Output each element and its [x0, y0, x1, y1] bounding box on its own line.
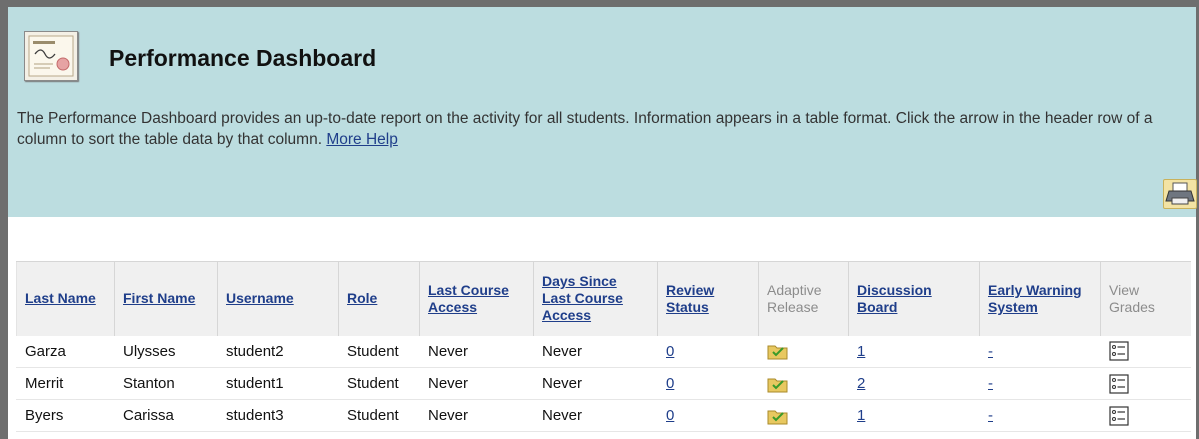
table-row: Garza Ulysses student2 Student Never Nev… — [16, 335, 1191, 368]
grades-list-icon[interactable] — [1109, 341, 1129, 361]
sort-role-link[interactable]: Role — [347, 290, 377, 306]
sort-early-warning-link[interactable]: Early Warning System — [988, 282, 1082, 315]
print-button[interactable] — [1163, 179, 1197, 209]
column-header-role[interactable]: Role — [338, 261, 420, 336]
column-header-review-status[interactable]: Review Status — [657, 261, 759, 336]
cell-role: Student — [338, 335, 420, 368]
cell-role: Student — [338, 367, 420, 400]
column-header-last-course-access[interactable]: Last Course Access — [419, 261, 534, 336]
cell-discussion-board: 1 — [848, 335, 980, 368]
review-status-link[interactable]: 0 — [666, 343, 674, 360]
review-status-link[interactable]: 0 — [666, 375, 674, 392]
cell-first-name: Stanton — [114, 367, 218, 400]
grades-list-icon[interactable] — [1109, 373, 1129, 394]
column-header-username[interactable]: Username — [217, 261, 339, 336]
cell-adaptive-release — [758, 399, 849, 432]
certificate-icon — [24, 31, 78, 81]
sort-review-status-link[interactable]: Review Status — [666, 282, 714, 315]
sort-last-course-access-link[interactable]: Last Course Access — [428, 282, 509, 315]
cell-last-name: Garza — [16, 335, 115, 368]
cell-adaptive-release — [758, 367, 849, 400]
cell-view-grades — [1100, 335, 1191, 368]
cell-early-warning: - — [979, 367, 1101, 400]
early-warning-link[interactable]: - — [988, 343, 993, 360]
cell-early-warning: - — [979, 335, 1101, 368]
cell-discussion-board: 2 — [848, 367, 980, 400]
window-top-border — [0, 0, 1199, 7]
more-help-link[interactable]: More Help — [326, 131, 398, 148]
early-warning-link[interactable]: - — [988, 407, 993, 424]
adaptive-release-folder-icon[interactable] — [767, 375, 789, 393]
adaptive-release-folder-icon[interactable] — [767, 407, 789, 425]
table-row: Byers Carissa student3 Student Never Nev… — [16, 399, 1191, 432]
sort-first-name-link[interactable]: First Name — [123, 290, 195, 306]
cell-username: student3 — [217, 399, 339, 432]
cell-last-name: Merrit — [16, 367, 115, 400]
page-title: Performance Dashboard — [109, 45, 377, 71]
cell-last-access: Never — [419, 399, 534, 432]
cell-last-access: Never — [419, 335, 534, 368]
cell-days-since: Never — [533, 335, 658, 368]
sort-username-link[interactable]: Username — [226, 290, 294, 306]
page-header-panel: Performance Dashboard The Performance Da… — [8, 7, 1197, 217]
sort-days-since-access-link[interactable]: Days Since Last Course Access — [542, 273, 623, 323]
column-header-last-name[interactable]: Last Name — [16, 261, 115, 336]
discussion-board-link[interactable]: 2 — [857, 375, 865, 392]
page-description: The Performance Dashboard provides an up… — [17, 108, 1197, 150]
table-header-row: Last Name First Name Username Role Last … — [16, 261, 1191, 336]
cell-view-grades — [1100, 367, 1191, 400]
description-text: The Performance Dashboard provides an up… — [17, 110, 1153, 148]
cell-last-access: Never — [419, 367, 534, 400]
cell-first-name: Carissa — [114, 399, 218, 432]
cell-review-status: 0 — [657, 399, 759, 432]
window-left-border — [0, 0, 8, 439]
cell-view-grades — [1100, 399, 1191, 432]
cell-username: student2 — [217, 335, 339, 368]
performance-table: Last Name First Name Username Role Last … — [16, 261, 1191, 432]
cell-first-name: Ulysses — [114, 335, 218, 368]
cell-days-since: Never — [533, 367, 658, 400]
column-header-first-name[interactable]: First Name — [114, 261, 218, 336]
review-status-link[interactable]: 0 — [666, 407, 674, 424]
grades-list-icon[interactable] — [1109, 405, 1129, 426]
sort-discussion-board-link[interactable]: Discussion Board — [857, 282, 932, 315]
table-row: Merrit Stanton student1 Student Never Ne… — [16, 367, 1191, 400]
adaptive-release-folder-icon[interactable] — [767, 342, 789, 360]
printer-icon — [1165, 182, 1195, 205]
cell-role: Student — [338, 399, 420, 432]
discussion-board-link[interactable]: 1 — [857, 407, 865, 424]
column-header-adaptive-release: Adaptive Release — [758, 261, 849, 336]
column-header-discussion-board[interactable]: Discussion Board — [848, 261, 980, 336]
early-warning-link[interactable]: - — [988, 375, 993, 392]
cell-review-status: 0 — [657, 335, 759, 368]
cell-review-status: 0 — [657, 367, 759, 400]
cell-days-since: Never — [533, 399, 658, 432]
cell-discussion-board: 1 — [848, 399, 980, 432]
discussion-board-link[interactable]: 1 — [857, 343, 865, 360]
cell-early-warning: - — [979, 399, 1101, 432]
cell-adaptive-release — [758, 335, 849, 368]
performance-table-container: Last Name First Name Username Role Last … — [16, 261, 1191, 432]
cell-last-name: Byers — [16, 399, 115, 432]
column-header-days-since-access[interactable]: Days Since Last Course Access — [533, 261, 658, 336]
cell-username: student1 — [217, 367, 339, 400]
column-header-view-grades: View Grades — [1100, 261, 1191, 336]
column-header-early-warning[interactable]: Early Warning System — [979, 261, 1101, 336]
sort-last-name-link[interactable]: Last Name — [25, 290, 96, 306]
